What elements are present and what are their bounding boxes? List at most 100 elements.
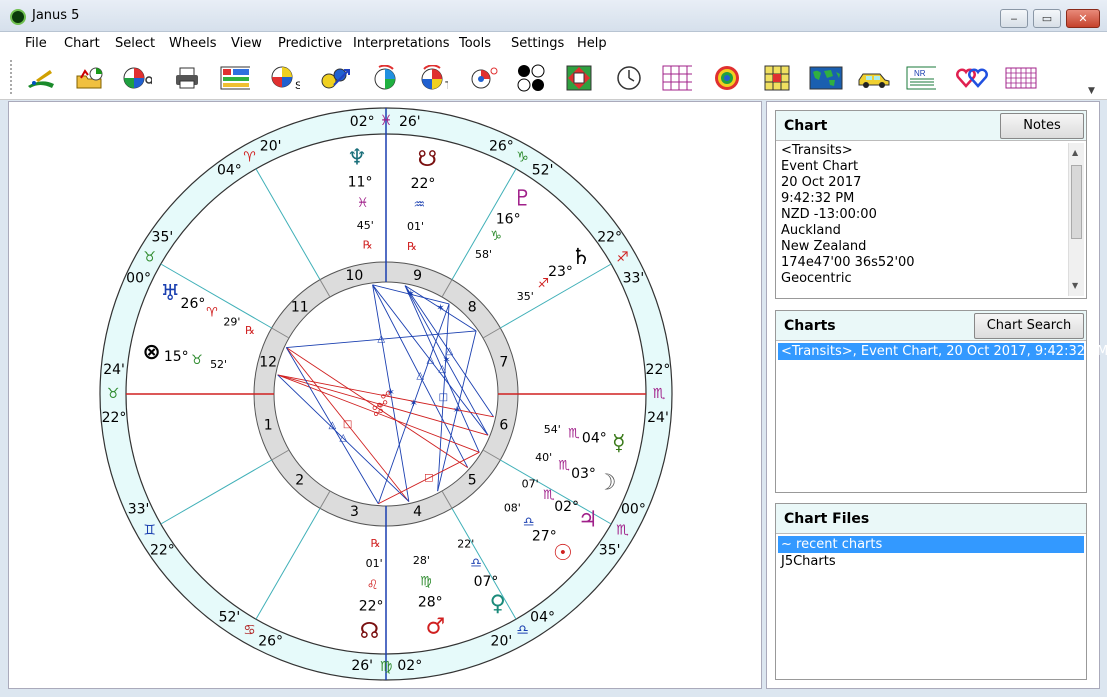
menu-settings[interactable]: Settings — [511, 36, 564, 51]
clock-icon[interactable] — [614, 64, 644, 92]
notes-button[interactable]: Notes — [1000, 113, 1084, 139]
house-cusp-degree: 02° — [350, 114, 375, 130]
chart-list-item[interactable]: <Transits>, Event Chart, 20 Oct 2017, 9:… — [778, 343, 1107, 360]
menu-chart[interactable]: Chart — [64, 36, 100, 51]
planet-sign-glyph: ♍ — [420, 574, 432, 589]
print-icon[interactable] — [172, 64, 202, 92]
minimize-button[interactable]: ‒ — [1000, 9, 1028, 28]
aspect-sextile-icon: ✶ — [407, 289, 415, 300]
aspect-trine-icon: △ — [377, 334, 385, 345]
aspect-opposition-icon: ☍ — [372, 402, 382, 413]
retrograde-marker: ℞ — [363, 239, 373, 252]
menu-help[interactable]: Help — [577, 36, 607, 51]
house-cusp-sign-glyph: ♍ — [380, 659, 393, 675]
chart-info-line: <Transits> — [781, 143, 853, 158]
house-cusp-minutes: 26' — [351, 658, 373, 674]
planet-minutes: 29' — [223, 316, 240, 329]
multi-wheel-icon[interactable]: S — [270, 64, 300, 92]
menu-tools[interactable]: Tools — [459, 36, 491, 51]
house-cusp-degree: 04° — [530, 610, 555, 626]
chart-panel-title: Chart — [784, 118, 828, 134]
title-bar: Janus 5 ‒ ▭ ✕ — [0, 0, 1107, 32]
dial-icon[interactable] — [468, 64, 498, 92]
close-button[interactable]: ✕ — [1066, 9, 1100, 28]
house-cusp-minutes: 52' — [532, 162, 554, 178]
planet-degree: 03° — [571, 466, 596, 482]
house-cusp-sign-glyph: ♓ — [380, 113, 393, 129]
ephemeris-grid-icon[interactable] — [662, 64, 692, 92]
midpoints-icon[interactable] — [516, 64, 546, 92]
calendar-grid-icon[interactable] — [1004, 64, 1038, 92]
planet-degree: 22° — [359, 598, 384, 614]
chart-list-icon[interactable] — [220, 64, 250, 92]
retrograde-marker: ℞ — [407, 240, 417, 253]
house-number: 6 — [499, 418, 508, 434]
menu-bar: File Chart Select Wheels View Predictive… — [0, 32, 1107, 56]
house-cusp-minutes: 26' — [399, 114, 421, 130]
chart-file-item[interactable]: J5Charts — [778, 553, 1084, 570]
target-icon[interactable] — [712, 64, 742, 92]
progress-icon[interactable] — [370, 64, 400, 92]
chart-files-list[interactable]: ~ recent charts J5Charts — [778, 536, 1084, 677]
menu-interpretations[interactable]: Interpretations — [353, 36, 450, 51]
menu-wheels[interactable]: Wheels — [169, 36, 216, 51]
pluto-glyph-icon: ♇ — [513, 187, 533, 212]
charts-list[interactable]: <Transits>, Event Chart, 20 Oct 2017, 9:… — [778, 343, 1107, 490]
news-report-icon[interactable]: NR — [906, 64, 936, 92]
chart-info-line: 20 Oct 2017 — [781, 175, 862, 190]
compatibility-hearts-icon[interactable] — [954, 64, 990, 92]
open-chart-icon[interactable] — [74, 64, 104, 92]
planet-minutes: 28' — [413, 554, 430, 567]
chart-file-item[interactable]: ~ recent charts — [778, 536, 1084, 553]
house-cusp-sign-glyph: ♎ — [516, 622, 529, 638]
scroll-up-icon[interactable]: ▲ — [1072, 145, 1078, 161]
maximize-button[interactable]: ▭ — [1033, 9, 1061, 28]
planet-degree: 28° — [418, 594, 443, 610]
house-number: 1 — [264, 418, 273, 434]
menu-predictive[interactable]: Predictive — [278, 36, 342, 51]
menu-file[interactable]: File — [25, 36, 47, 51]
chart-info-line: Event Chart — [781, 159, 859, 174]
new-chart-icon[interactable] — [26, 64, 56, 92]
scroll-thumb[interactable] — [1071, 165, 1082, 239]
chart-search-button[interactable]: Chart Search — [974, 313, 1084, 339]
neptune-glyph-icon: ♆ — [347, 145, 367, 170]
moon-glyph-icon: ☽ — [597, 471, 617, 496]
house-cusp-sign-glyph: ♈ — [243, 150, 256, 166]
charts-panel-title: Charts — [784, 318, 836, 334]
chart-info-line: New Zealand — [781, 239, 867, 254]
aspect-grid-icon[interactable] — [762, 64, 792, 92]
venus-glyph-icon: ♀ — [490, 592, 506, 617]
aspect-square-icon: □ — [424, 473, 433, 484]
chart-wheel[interactable]: 123 45678910111222°♉24'22°♊33'26°♋52'02°♍… — [9, 102, 761, 688]
planet-minutes: 01' — [366, 557, 383, 570]
travel-car-icon[interactable] — [856, 64, 892, 92]
world-map-icon[interactable] — [808, 64, 844, 92]
transits-icon[interactable]: T — [418, 64, 448, 92]
charts-panel-header: Charts Chart Search — [776, 311, 1086, 341]
relocation-icon[interactable] — [320, 64, 350, 92]
menu-view[interactable]: View — [231, 36, 262, 51]
chart-wheel-pane[interactable]: 1 2 3 4 5 6 7 8 9 10 11 12 22° ♉ 24' 22° ♊ 33' 26° ♋ 52' 02° ♍… — [8, 101, 762, 689]
toolbar-grip[interactable] — [10, 60, 13, 94]
house-cusp-sign-glyph: ♋ — [243, 622, 256, 638]
house-cusp-sign-glyph: ♉ — [143, 250, 156, 266]
house-cusp-degree: 22° — [597, 229, 622, 245]
house-number: 7 — [499, 354, 508, 370]
aspect-sextile-icon: ✶ — [436, 303, 444, 314]
north-node-glyph-icon: ☊ — [360, 619, 380, 644]
scroll-down-icon[interactable]: ▼ — [1072, 278, 1078, 294]
wheel-search-icon[interactable] — [122, 64, 152, 92]
house-cusp-sign-glyph: ♏ — [653, 386, 666, 402]
planet-sign-glyph: ♏ — [568, 426, 580, 441]
planet-minutes: 07' — [522, 478, 539, 491]
menu-select[interactable]: Select — [115, 36, 155, 51]
harmonics-icon[interactable] — [564, 64, 594, 92]
toolbar-overflow-icon[interactable]: ▼ — [1088, 86, 1095, 96]
chart-info-scrollbar[interactable]: ▲ ▼ — [1068, 143, 1084, 296]
chart-info-list[interactable]: <Transits> Event Chart 20 Oct 2017 9:42:32 … — [778, 143, 1084, 296]
aspect-opposition-icon: ☍ — [381, 390, 391, 401]
aspect-square-icon: □ — [439, 392, 448, 403]
house-number: 12 — [259, 354, 277, 370]
house-number: 3 — [350, 504, 359, 520]
